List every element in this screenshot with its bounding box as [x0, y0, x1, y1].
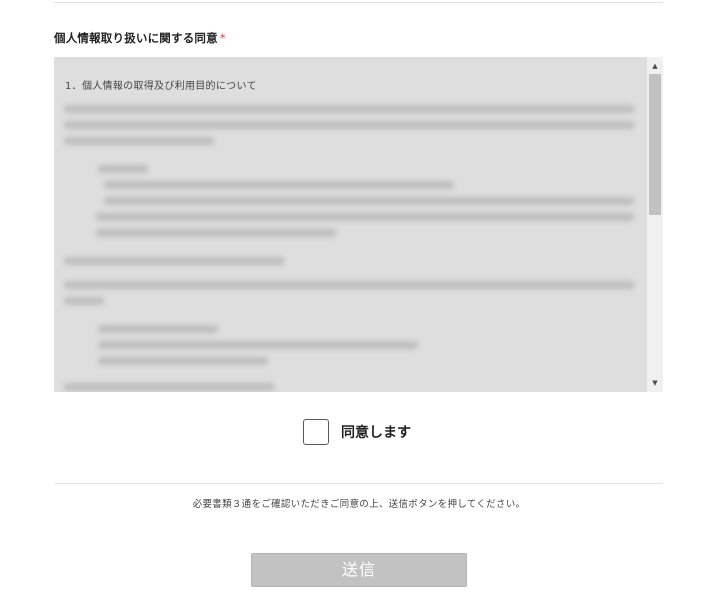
triangle-down-icon[interactable]: ▼ [647, 376, 663, 390]
blurred-text-line [98, 341, 418, 349]
agree-checkbox[interactable] [303, 419, 329, 445]
agree-label[interactable]: 同意します [341, 422, 411, 442]
blurred-text-line [64, 105, 634, 113]
terms-heading: 1．個人情報の取得及び利用目的について [65, 81, 257, 92]
blurred-text-line [64, 297, 104, 305]
blurred-text-line [104, 181, 454, 189]
blurred-text-line [104, 197, 634, 205]
consent-title: 個人情報取り扱いに関する同意 * [54, 30, 226, 46]
consent-title-text: 個人情報取り扱いに関する同意 [54, 31, 218, 45]
blurred-text-line [98, 165, 148, 173]
blurred-text-line [98, 325, 218, 333]
agree-checkbox-row[interactable]: 同意します [303, 419, 411, 445]
blurred-text-line [64, 257, 284, 265]
top-divider [54, 2, 663, 3]
terms-scroll-area[interactable]: 1．個人情報の取得及び利用目的について ▲ ▼ [54, 57, 663, 392]
bottom-divider [54, 483, 663, 484]
blurred-text-line [96, 213, 634, 221]
required-mark: * [219, 31, 226, 45]
scroll-thumb[interactable] [649, 74, 661, 215]
terms-content: 1．個人情報の取得及び利用目的について [54, 57, 647, 392]
submit-button[interactable]: 送信 [251, 553, 467, 587]
triangle-up-icon[interactable]: ▲ [647, 59, 663, 73]
blurred-text-line [64, 121, 634, 129]
blurred-text-line [96, 229, 336, 237]
blurred-text-line [64, 137, 214, 145]
submit-notice: 必要書類３通をご確認いただきご同意の上、送信ボタンを押してください。 [192, 499, 526, 510]
blurred-text-line [64, 281, 634, 289]
blurred-text-line [64, 383, 274, 391]
blurred-text-line [98, 357, 268, 365]
terms-scrollbar[interactable]: ▲ ▼ [647, 57, 663, 392]
